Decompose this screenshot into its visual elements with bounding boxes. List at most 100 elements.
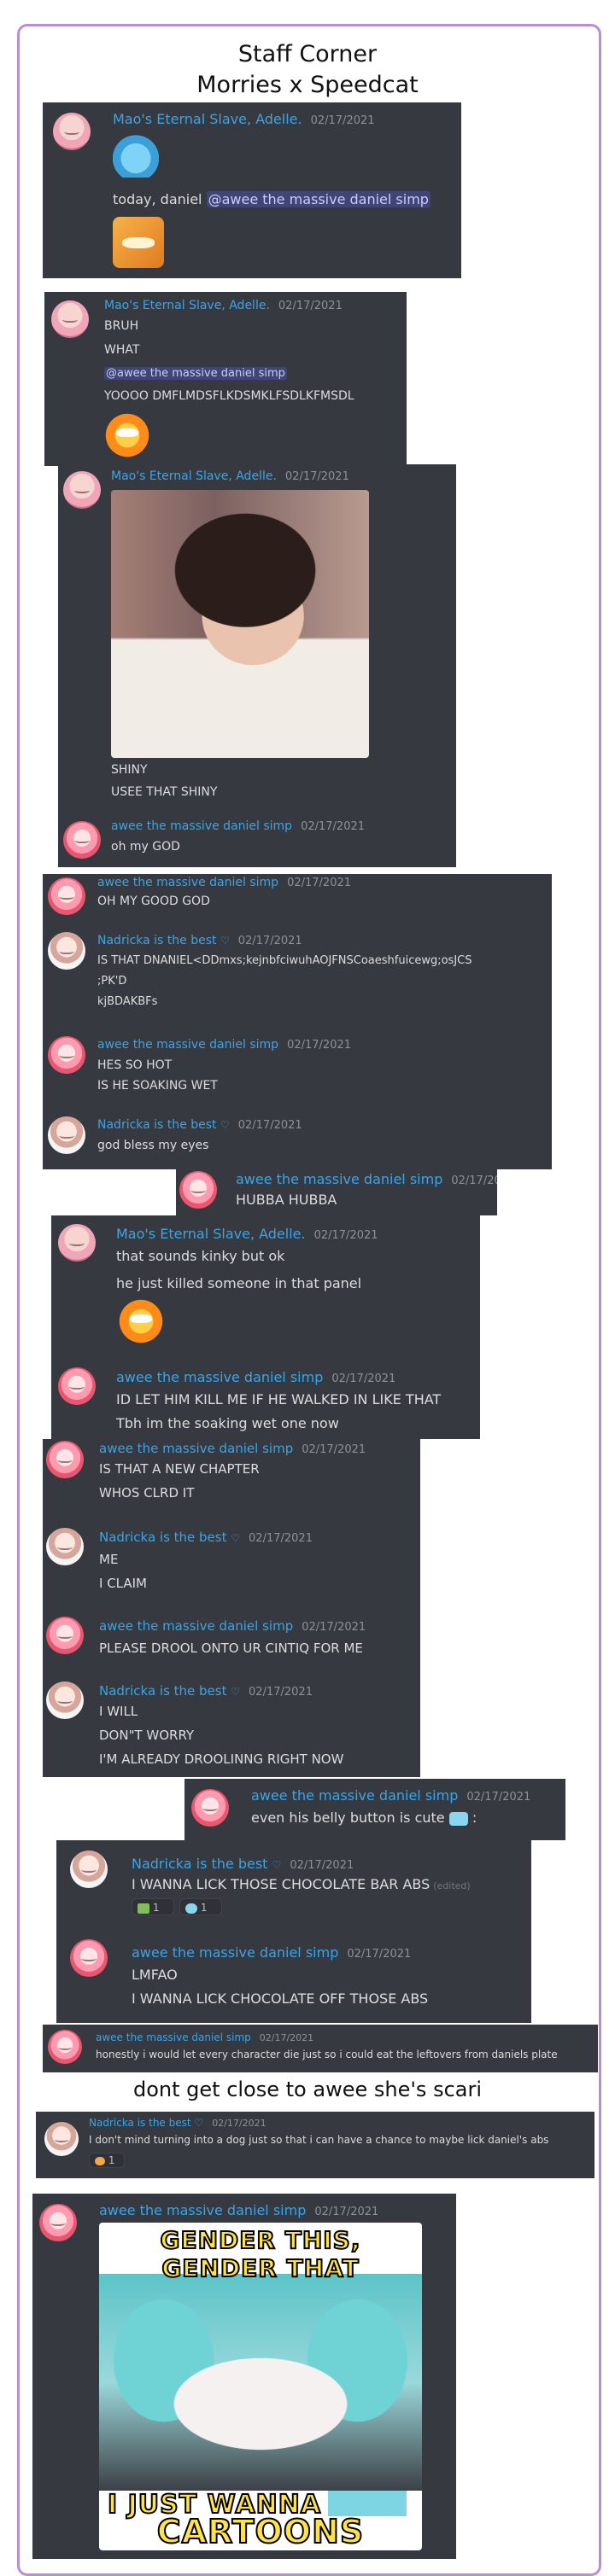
avatar-awee[interactable] <box>48 2030 82 2064</box>
username-awee[interactable]: awee the massive daniel simp02/17/2021 <box>97 876 351 889</box>
username-awee[interactable]: awee the massive daniel simp02/17/2021 <box>251 1787 530 1804</box>
mention[interactable]: @awee the massive daniel simp <box>206 191 430 207</box>
avatar-awee[interactable] <box>46 1617 84 1654</box>
avatar-adelle[interactable] <box>63 471 101 509</box>
message-text: WHOS CLRD IT <box>99 1485 195 1501</box>
screenshot-10: awee the massive daniel simp 02/17/2021 h… <box>43 2025 598 2072</box>
screenshot-2: Mao's Eternal Slave, Adelle. 02/17/2021 B… <box>44 292 407 466</box>
message-text: IS HE SOAKING WET <box>97 1079 218 1093</box>
screenshot-4: awee the massive daniel simp 02/17/2021 O… <box>43 874 552 1169</box>
avatar-awee[interactable] <box>63 821 101 859</box>
username-awee[interactable]: awee the massive daniel simp02/17/2021 <box>99 2202 378 2218</box>
username-nadricka[interactable]: Nadricka is the best ♡ 02/17/2021 <box>97 934 302 947</box>
username-adelle[interactable]: Mao's Eternal Slave, Adelle. 02/17/2021 <box>111 469 349 483</box>
heart-icon: ♡ <box>231 1532 241 1544</box>
screenshot-1: Mao's Eternal Slave, Adelle. 02/17/2021 t… <box>43 102 461 278</box>
username-adelle[interactable]: Mao's Eternal Slave, Adelle. 02/17/2021 <box>104 299 343 312</box>
avatar-nadricka[interactable] <box>48 932 85 970</box>
message-text: ME <box>99 1552 119 1567</box>
mention[interactable]: @awee the massive daniel simp <box>104 367 287 380</box>
message-text: ID LET HIM KILL ME IF HE WALKED IN LIKE … <box>116 1391 442 1407</box>
screenshot-11: Nadricka is the best ♡ 02/17/2021 I don't… <box>36 2112 594 2178</box>
username-awee[interactable]: awee the massive daniel simp02/17/2021 <box>116 1369 395 1385</box>
avatar-awee[interactable] <box>179 1171 217 1209</box>
avatar-awee[interactable] <box>48 1036 85 1074</box>
message-text: he just killed someone in that panel <box>116 1275 362 1291</box>
message-text: I WANNA LICK THOSE CHOCOLATE BAR ABS (edi… <box>132 1876 471 1892</box>
orange-emoji <box>102 411 152 459</box>
screenshot-9: Nadricka is the best ♡ 02/17/2021 I WANNA… <box>56 1840 531 2023</box>
avatar-adelle[interactable] <box>53 113 91 150</box>
username-nadricka[interactable]: Nadricka is the best ♡ 02/17/2021 <box>97 1118 302 1132</box>
message-text: I CLAIM <box>99 1576 147 1591</box>
drool-emoji <box>185 1903 197 1914</box>
cat-emoji <box>113 217 164 268</box>
username-adelle[interactable]: Mao's Eternal Slave, Adelle. 02/17/2021 <box>113 111 375 127</box>
page-subtitle: Morries x Speedcat <box>196 72 419 98</box>
avatar-adelle[interactable] <box>51 300 89 338</box>
avatar-awee[interactable] <box>39 2204 77 2241</box>
avatar-awee[interactable] <box>70 1939 108 1977</box>
blue-emoji <box>113 135 159 178</box>
message-text: oh my GOD <box>111 840 180 854</box>
message-text: BRUH <box>104 319 139 333</box>
username-awee[interactable]: awee the massive daniel simp02/17/2021 <box>99 1441 366 1456</box>
message-text: I'M ALREADY DROOLINNG RIGHT NOW <box>99 1751 344 1767</box>
username-nadricka[interactable]: Nadricka is the best ♡ 02/17/2021 <box>99 1530 313 1545</box>
avatar-nadricka[interactable] <box>70 1850 108 1888</box>
message-text: USEE THAT SHINY <box>111 785 218 799</box>
message-text: kjBDAKBFs <box>97 995 158 1008</box>
reaction-drool[interactable]: 1 <box>179 1898 222 1915</box>
username-adelle[interactable]: Mao's Eternal Slave, Adelle. 02/17/2021 <box>116 1226 378 1242</box>
dog-emoji <box>95 2156 105 2165</box>
message-text: YOOOO DMFLMDSFLKDSMKLFSDLKFMSDL <box>104 389 354 403</box>
username-awee[interactable]: awee the massive daniel simp02/17/2021 <box>97 1038 351 1052</box>
username-awee[interactable]: awee the massive daniel simp02/17/2021 <box>96 2031 313 2043</box>
heart-icon: ♡ <box>220 935 230 947</box>
heart-icon: ♡ <box>220 1119 230 1131</box>
username-awee[interactable]: awee the massive daniel simp02/17/2021 <box>99 1618 366 1634</box>
meme-image[interactable]: GENDER THIS, GENDER THAT I JUST WANNA CA… <box>99 2223 422 2550</box>
message-text: honestly i would let every character die… <box>96 2049 558 2060</box>
avatar-awee[interactable] <box>191 1789 229 1827</box>
meme-top-text: GENDER THIS, GENDER THAT <box>160 2225 361 2283</box>
message-text: OH MY GOOD GOD <box>97 895 210 908</box>
avatar-nadricka[interactable] <box>44 2122 79 2156</box>
message-text: I WILL <box>99 1704 138 1719</box>
meme-figure <box>99 2274 422 2491</box>
reaction-dog[interactable]: 1 <box>89 2153 125 2168</box>
username-awee[interactable]: awee the massive daniel simp02/17/2021 <box>236 1171 497 1187</box>
heart-icon: ♡ <box>272 1859 282 1871</box>
message-text: HUBBA HUBBA <box>236 1192 337 1208</box>
screenshot-3: Mao's Eternal Slave, Adelle. 02/17/2021 S… <box>58 464 456 867</box>
message-text: SHINY <box>111 763 148 777</box>
username-nadricka[interactable]: Nadricka is the best ♡ 02/17/2021 <box>132 1856 354 1872</box>
username-nadricka[interactable]: Nadricka is the best ♡ 02/17/2021 <box>99 1683 313 1699</box>
message-text: ;PK'D <box>97 975 127 988</box>
page-title: Staff Corner <box>237 41 378 67</box>
reaction-abs[interactable]: 1 <box>132 1898 174 1915</box>
avatar-awee[interactable] <box>46 1441 84 1478</box>
heart-icon: ♡ <box>194 2117 204 2129</box>
message-text: LMFAO <box>132 1967 178 1983</box>
username-nadricka[interactable]: Nadricka is the best ♡ 02/17/2021 <box>89 2117 266 2129</box>
message-text: DON"T WORRY <box>99 1728 195 1743</box>
cute-emoji <box>448 1811 468 1826</box>
avatar-adelle[interactable] <box>58 1224 96 1262</box>
message-text: I WANNA LICK CHOCOLATE OFF THOSE ABS <box>132 1990 429 2007</box>
avatar-nadricka[interactable] <box>46 1528 84 1565</box>
avatar-awee[interactable] <box>48 877 85 915</box>
manhwa-panel-image[interactable] <box>111 490 369 758</box>
avatar-nadricka[interactable] <box>46 1681 84 1719</box>
username-awee[interactable]: awee the massive daniel simp02/17/2021 <box>111 819 365 833</box>
username-awee[interactable]: awee the massive daniel simp02/17/2021 <box>132 1944 411 1961</box>
avatar-nadricka[interactable] <box>48 1116 85 1154</box>
message-text: that sounds kinky but ok <box>116 1248 285 1264</box>
screenshot-8: awee the massive daniel simp 02/17/2021 e… <box>184 1779 565 1840</box>
message-text: Tbh im the soaking wet one now <box>116 1415 339 1431</box>
avatar-awee[interactable] <box>58 1367 96 1405</box>
message-text: IS THAT A NEW CHAPTER <box>99 1461 260 1477</box>
screenshot-12: awee the massive daniel simp 02/17/2021 G… <box>32 2194 456 2559</box>
message-text: even his belly button is cute : <box>251 1810 477 1826</box>
message-text: today, daniel @awee the massive daniel s… <box>113 191 430 207</box>
